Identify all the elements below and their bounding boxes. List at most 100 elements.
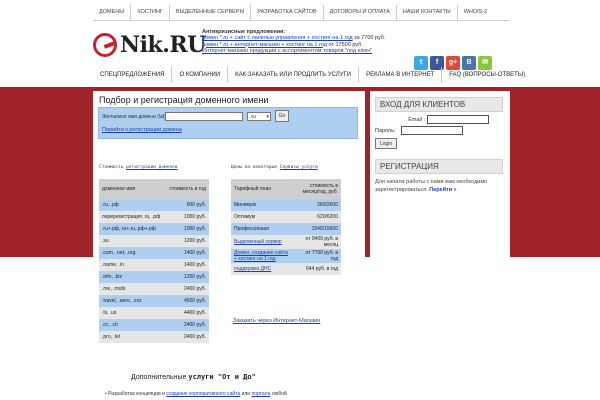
top-nav-item[interactable]: НАШИ КОНТАКТЫ xyxy=(397,5,458,20)
main-nav-item[interactable]: КАК ЗАКАЗАТЬ ИЛИ ПРОДЛИТЬ УСЛУГИ xyxy=(228,67,360,83)
promo-link-2[interactable]: домен *.ru + интернет-магазин + хостинг … xyxy=(202,42,327,48)
plan-link[interactable]: Домен, создание сайта + хостинг на 1 год xyxy=(234,250,288,262)
site-logo[interactable]: Nik.RU xyxy=(93,30,206,60)
domain-price-table: доменное имя стоимость в год .ru, .рф 600 р… xyxy=(99,179,209,343)
table-header-cell: стоимость в месяц/год, руб. xyxy=(294,179,341,199)
domain-zone-select[interactable]: .ru xyxy=(247,112,271,121)
top-nav-item[interactable]: ДОМЕНЫ xyxy=(93,5,132,20)
table-row: .su 1200 руб. xyxy=(99,235,209,247)
table-row: .travel, .aero, .xxx 4500 руб. xyxy=(99,295,209,307)
login-form: Email : Пароль: Login xyxy=(375,115,503,149)
table-header-row: Тарифный план стоимость в месяц/год, руб. xyxy=(231,179,341,199)
plan-link[interactable]: Выделенный сервер xyxy=(234,239,282,245)
main-content: Подбор и регистрация доменного имени Жел… xyxy=(93,91,365,400)
main-nav-item[interactable]: СПЕЦПРЕДЛОЖЕНИЯ xyxy=(93,67,173,83)
plan-price-cell: от 9400 руб. в месяц xyxy=(294,235,341,249)
plan-link[interactable]: поддержка ДНС xyxy=(234,266,271,272)
go-button[interactable]: Go xyxy=(275,110,289,122)
table-row: .pro, .tel 2400 руб. xyxy=(99,331,209,343)
domain-price-cell: 2400 руб. xyxy=(165,331,209,343)
sidebar: ВХОД ДЛЯ КЛИЕНТОВ Email : Пароль: Login … xyxy=(370,91,510,400)
table-header-cell: Тарифный план xyxy=(231,179,295,199)
domain-name-cell: .ru+.рф,.ru+.ru,.рф+.рф xyxy=(99,223,166,235)
domain-name-cell: .com, .net, .org xyxy=(99,247,166,259)
top-nav-item[interactable]: WHOIS-2 xyxy=(458,5,494,20)
domain-search-label: Желаемое имя домена (lat): xyxy=(102,114,168,120)
order-via-shop-link[interactable]: Заказать через Интернет-Магазин xyxy=(233,318,320,324)
password-row: Пароль: xyxy=(375,126,503,136)
domain-name-cell: .tv, .us xyxy=(99,307,166,319)
plan-price-cell: 620/6200 xyxy=(294,211,341,223)
table-row: .ru+.рф,.ru+.ru,.рф+.рф 1000 руб. xyxy=(99,223,209,235)
domain-name-cell: перерегистрация .ru, .рф xyxy=(99,211,166,223)
domain-search-input[interactable] xyxy=(165,112,243,121)
table-row: Минимум 260/2600 xyxy=(231,199,341,211)
promo-link-3[interactable]: Интернет-магазин продукции с ассортимент… xyxy=(202,48,372,54)
bullet-mid: или xyxy=(240,391,252,397)
table-row: .tv, .us 4400 руб. xyxy=(99,307,209,319)
login-title: ВХОД ДЛЯ КЛИЕНТОВ xyxy=(375,97,503,112)
email-label: Email : xyxy=(408,117,425,123)
plan-name-cell: Оптимум xyxy=(231,211,295,223)
domain-table-caption: Стоимость регистрации доменов xyxy=(99,165,178,170)
table-row: перерегистрация .ru, .рф 1000 руб. xyxy=(99,211,209,223)
portal-link[interactable]: портала xyxy=(251,391,270,397)
promo-line: Интернет-магазин продукции с ассортимент… xyxy=(202,48,412,54)
table-row: Домен, создание сайта + хостинг на 1 год… xyxy=(231,249,341,263)
email-field[interactable] xyxy=(427,115,489,124)
corporate-site-link[interactable]: создание корпоративного сайта xyxy=(166,391,240,397)
top-nav-item[interactable]: ХОСТИНГ xyxy=(131,5,170,20)
login-button[interactable]: Login xyxy=(375,138,397,149)
table-row: .ru, .рф 600 руб. xyxy=(99,199,209,211)
plan-name-cell: Профессионал xyxy=(231,223,295,235)
service-table-caption: Цены на некоторые Сервисы услуги xyxy=(231,165,318,170)
main-nav-item[interactable]: FAQ (ВОПРОСЫ-ОТВЕТЫ) xyxy=(442,67,532,83)
table-row: поддержка ДНС 644 руб. в год xyxy=(231,263,341,275)
domain-price-cell: 1400 руб. xyxy=(165,247,209,259)
main-nav: СПЕЦПРЕДЛОЖЕНИЯ О КОМПАНИИ КАК ЗАКАЗАТЬ ИЛ… xyxy=(93,67,525,83)
promo-suffix-1: за 7700 руб. xyxy=(352,35,386,42)
domain-table-caption-text: Стоимость xyxy=(99,165,127,170)
plan-price-cell: 1540/15600 xyxy=(294,223,341,235)
registration-text: Для начала работы с нами вам необходимо … xyxy=(375,179,505,194)
domain-price-cell: 4500 руб. xyxy=(165,295,209,307)
domain-search-box: Желаемое имя домена (lat): .ru Go Перейт… xyxy=(98,107,358,139)
top-nav-item[interactable]: РАЗРАБОТКА САЙТОВ xyxy=(251,5,324,20)
plan-name-cell: Минимум xyxy=(231,199,295,211)
table-row: .me, .mobi 2400 руб. xyxy=(99,283,209,295)
domain-price-cell: 1000 руб. xyxy=(165,223,209,235)
promo-link-1[interactable]: домен *.ru + сайт с панелью управления +… xyxy=(202,35,353,41)
table-row: .name, .in 1400 руб. xyxy=(99,259,209,271)
table-row: Оптимум 620/6200 xyxy=(231,211,341,223)
extra-services-bullet: • Разработка концепции и создание корпор… xyxy=(105,391,287,397)
table-row: .info, .biz 1200 руб. xyxy=(99,271,209,283)
logo-mark-icon xyxy=(93,33,117,57)
domain-table-caption-link[interactable]: регистрации доменов xyxy=(126,165,177,170)
bullet-suffix: любой xyxy=(270,391,287,397)
registration-link[interactable]: Перейти » xyxy=(429,187,456,193)
bullet-prefix: Разработка концепции и xyxy=(108,391,167,397)
domain-name-cell: .su xyxy=(99,235,166,247)
plan-price-cell: 644 руб. в год xyxy=(294,263,341,275)
main-nav-item[interactable]: РЕКЛАМА В ИНТЕРНЕТ xyxy=(359,67,443,83)
service-table-caption-link[interactable]: Сервисы услуги xyxy=(280,165,318,170)
domain-name-cell: .name, .in xyxy=(99,259,166,271)
top-nav-item[interactable]: ДОГОВОРЫ И ОПЛАТА xyxy=(324,5,397,20)
domain-price-cell: 1400 руб. xyxy=(165,259,209,271)
table-row: .cc, .ch 2400 руб. xyxy=(99,319,209,331)
extra-services-highlight: услуги "От и До" xyxy=(188,373,256,381)
plan-name-cell: Домен, создание сайта + хостинг на 1 год xyxy=(231,249,295,263)
domain-name-cell: .ru, .рф xyxy=(99,199,166,211)
domain-registration-link[interactable]: Перейти к регистрации домена xyxy=(102,127,182,133)
password-field[interactable] xyxy=(401,126,463,135)
domain-name-cell: .info, .biz xyxy=(99,271,166,283)
top-nav-item[interactable]: ВЫДЕЛЕННЫЕ СЕРВЕРЫ xyxy=(170,5,252,20)
plan-price-cell: 260/2600 xyxy=(294,199,341,211)
domain-price-cell: 2400 руб. xyxy=(165,319,209,331)
main-nav-item[interactable]: О КОМПАНИИ xyxy=(172,67,229,83)
promo-block: Антикризисные предложения: домен *.ru + … xyxy=(202,29,412,54)
domain-name-cell: .travel, .aero, .xxx xyxy=(99,295,166,307)
table-row: Профессионал 1540/15600 xyxy=(231,223,341,235)
domain-name-cell: .pro, .tel xyxy=(99,331,166,343)
domain-price-cell: 1200 руб. xyxy=(165,235,209,247)
